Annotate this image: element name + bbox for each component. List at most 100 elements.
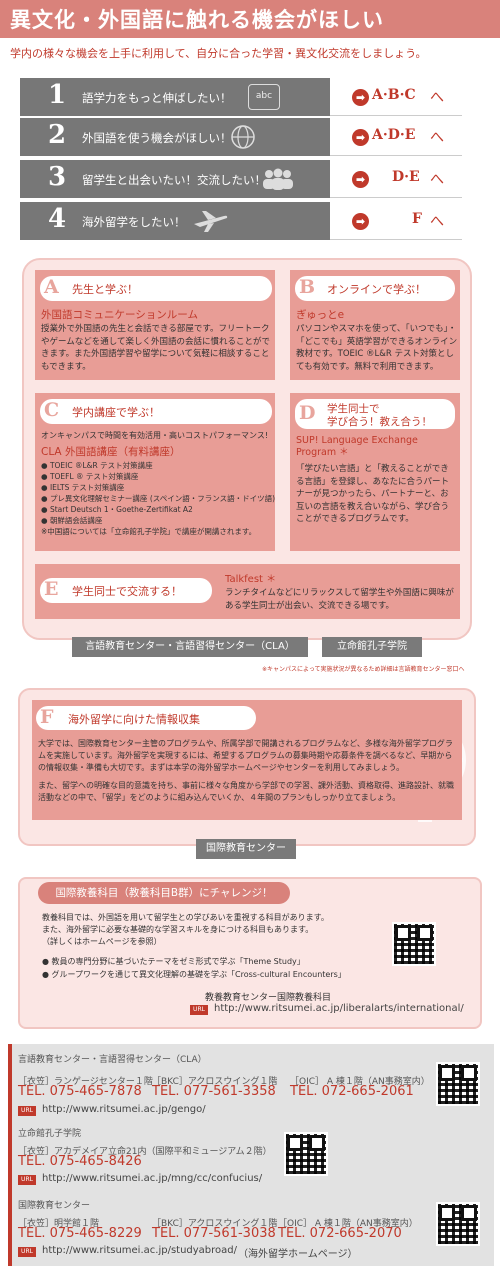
row-number: 4	[48, 204, 67, 234]
challenge-bullets: ● 教員の専門分野に基づいたテーマをゼミ形式で学ぶ「Theme Study」 ●…	[42, 955, 346, 981]
list-item: ● TOEIC ®L&R テスト対策講座	[41, 461, 153, 470]
section-b: B オンラインで学ぶ！ ぎゅっとe パソコンやスマホを使って、「いつでも」・「ど…	[290, 270, 460, 380]
section-title: 学び合う！教え合う！	[327, 416, 432, 428]
contact-url-link[interactable]: http://www.ritsumei.ac.jp/gengo/	[42, 1104, 206, 1115]
destination-suffix: へ	[430, 214, 444, 230]
row-2: 2 外国語を使う機会がほしい！	[20, 118, 330, 156]
list-item: ● IELTS テスト対策講座	[41, 483, 125, 492]
url-tag: URL	[190, 1005, 208, 1015]
section-b-header: B オンラインで学ぶ！	[295, 276, 455, 301]
contact-name: 言語教育センター・言語習得センター（CLA）	[18, 1055, 207, 1065]
list-item: ● 教員の専門分野に基づいたテーマをゼミ形式で学ぶ「Theme Study」	[42, 957, 305, 966]
contact-tel: TEL. 072-665-2070	[278, 1226, 402, 1241]
section-d-header: D 学生同士で 学び合う！教え合う！	[295, 399, 455, 429]
section-a-header: A 先生と学ぶ！	[40, 276, 272, 301]
section-body-1: 大学では、国際教育センター主管のプログラムや、所属学部で開講されるプログラムなど…	[38, 739, 453, 772]
destination-label: A·D·E	[372, 127, 416, 143]
destination-suffix: へ	[430, 90, 444, 106]
qr-code	[284, 1132, 328, 1176]
section-title: 学生同士で交流する！	[72, 585, 182, 598]
section-body: パソコンやスマホを使って、「いつでも」・「どこでも」英語学習ができるオンライン教…	[296, 324, 458, 372]
destination-suffix: へ	[430, 172, 444, 188]
row-4: 4 海外留学をしたい！	[20, 202, 330, 240]
contact-section: 言語教育センター・言語習得センター（CLA） ［衣笠］ランゲージセンター１階 T…	[8, 1044, 494, 1266]
contact-tel: TEL. 077-561-3038	[152, 1226, 276, 1241]
section-body: 授業外で外国語の先生と会話できる部屋です。フリートークやゲームなどを通して楽しく…	[41, 324, 270, 372]
row-1-destination: ➡ A·B·C へ	[330, 78, 462, 116]
row-text: 留学生と出会いたい！交流したい！	[82, 173, 266, 187]
qr-code	[436, 1062, 480, 1106]
section-f: F 海外留学に向けた情報収集 大学では、国際教育センター主管のプログラムや、所属…	[32, 700, 462, 820]
contact-name: 立命館孔子学院	[18, 1129, 82, 1139]
row-number: 3	[48, 162, 67, 192]
section-intro: オンキャンパスで時間を有効活用・高いコストパフォーマンス!	[41, 431, 269, 440]
destination-label: D·E	[392, 169, 420, 185]
arrow-right-icon: ➡	[352, 213, 369, 230]
section-body: 「学びたい言語」と「教えることができる言語」を登録し、あなたに合うパートナーが見…	[296, 464, 450, 524]
row-4-destination: ➡ F へ	[330, 202, 462, 240]
arrow-right-icon: ➡	[352, 129, 369, 146]
section-subtitle: SUP! Language Exchange Program ＊	[296, 435, 418, 458]
section-note: ※中国語については「立命館孔子学院」で講座が開講されます。	[41, 527, 257, 536]
page-title: 異文化・外国語に触れる機会がほしい	[10, 8, 384, 32]
section-title: 学内講座で学ぶ！	[72, 406, 160, 419]
row-number: 2	[48, 120, 67, 150]
section-title: オンラインで学ぶ！	[327, 283, 426, 296]
section-letter: D	[299, 402, 316, 424]
section-a: A 先生と学ぶ！ 外国語コミュニケーションルーム 授業外で外国語の先生と会話でき…	[35, 270, 275, 380]
url-tag: URL	[18, 1106, 36, 1116]
abc-board-icon: abc	[248, 84, 280, 110]
list-item: ● TOEFL ® テスト対策講座	[41, 472, 139, 481]
panel-note: ※キャンパスによって実施状況が異なるため詳細は言語教育センター窓口へ	[262, 666, 465, 673]
contact-tel: TEL. 075-465-8426	[18, 1154, 142, 1169]
contact-tel: TEL. 075-465-8229	[18, 1226, 142, 1241]
row-2-destination: ➡ A·D·E へ	[330, 118, 462, 156]
section-letter: B	[299, 276, 316, 298]
airplane-icon	[190, 208, 230, 234]
section-c-header: C 学内講座で学ぶ！	[40, 399, 272, 424]
section-letter: A	[44, 276, 59, 298]
list-item: ● グループワークを通じて異文化理解の基礎を学ぶ「Cross-cultural …	[42, 970, 346, 979]
row-number: 1	[48, 80, 67, 110]
course-list: ● TOEIC ®L&R テスト対策講座 ● TOEFL ® テスト対策講座 ●…	[41, 460, 275, 537]
section-body-2: また、留学への明確な目的意識を持ち、事前に様々な角度から学部での学習、課外活動、…	[38, 781, 454, 802]
list-item: ● Start Deutsch 1・Goethe-Zertifikat A2	[41, 505, 193, 514]
section-f-header: F 海外留学に向けた情報収集	[36, 706, 256, 730]
qr-code	[392, 922, 436, 966]
section-e: E 学生同士で交流する！ Talkfest ＊ ランチタイムなどにリラックスして…	[35, 564, 460, 619]
row-text: 海外留学をしたい！	[82, 215, 186, 229]
row-3: 3 留学生と出会いたい！交流したい！	[20, 160, 330, 198]
tag-cla: 言語教育センター・言語習得センター（CLA）	[72, 637, 308, 657]
section-title: 海外留学に向けた情報収集	[68, 713, 200, 726]
arrow-right-icon: ➡	[352, 171, 369, 188]
arrow-right-icon: ➡	[352, 89, 369, 106]
page-subtitle: 学内の様々な機会を上手に利用して、自分に合った学習・異文化交流をしましょう。	[10, 47, 427, 60]
section-title: 先生と学ぶ！	[72, 283, 138, 296]
contact-url-note: （海外留学ホームページ）	[238, 1249, 358, 1260]
destination-suffix: へ	[430, 130, 444, 146]
row-3-destination: ➡ D·E へ	[330, 160, 462, 198]
section-d: D 学生同士で 学び合う！教え合う！ SUP! Language Exchang…	[290, 393, 460, 551]
section-letter: F	[40, 706, 54, 728]
title-bar: 異文化・外国語に触れる機会がほしい	[0, 0, 500, 38]
people-icon	[260, 166, 296, 192]
globe-icon	[230, 124, 256, 150]
tag-intl: 国際教育センター	[196, 839, 296, 859]
contact-url-link[interactable]: http://www.ritsumei.ac.jp/mng/cc/confuci…	[42, 1173, 262, 1184]
section-letter: E	[44, 578, 59, 600]
section-subtitle: 外国語コミュニケーションルーム	[41, 309, 198, 321]
section-subtitle: Talkfest ＊	[225, 574, 277, 585]
list-item: ● プレ異文化理解セミナー講座 (スペイン語・フランス語・ドイツ語)	[41, 494, 275, 503]
section-body: ランチタイムなどにリラックスして留学生や外国語に興味がある学生同士が出会い、交流…	[225, 588, 454, 611]
contact-url-link[interactable]: http://www.ritsumei.ac.jp/studyabroad/	[42, 1245, 237, 1256]
row-text: 外国語を使う機会がほしい！	[82, 131, 232, 145]
challenge-site-label: 教養教育センター国際教養科目	[205, 993, 332, 1003]
qr-code	[436, 1202, 480, 1246]
challenge-title: 国際教養科目（教養科目B群）にチャレンジ！	[38, 882, 290, 904]
challenge-body: 教養科目では、外国語を用いて留学生との学びあいを重視する科目があります。 また、…	[42, 913, 329, 946]
section-letter: C	[44, 399, 60, 421]
destination-label: F	[412, 211, 422, 227]
contact-tel: TEL. 077-561-3358	[152, 1084, 276, 1099]
challenge-url-link[interactable]: http://www.ritsumei.ac.jp/liberalarts/in…	[214, 1003, 464, 1014]
row-1: 1 語学力をもっと伸ばしたい！ abc	[20, 78, 330, 116]
